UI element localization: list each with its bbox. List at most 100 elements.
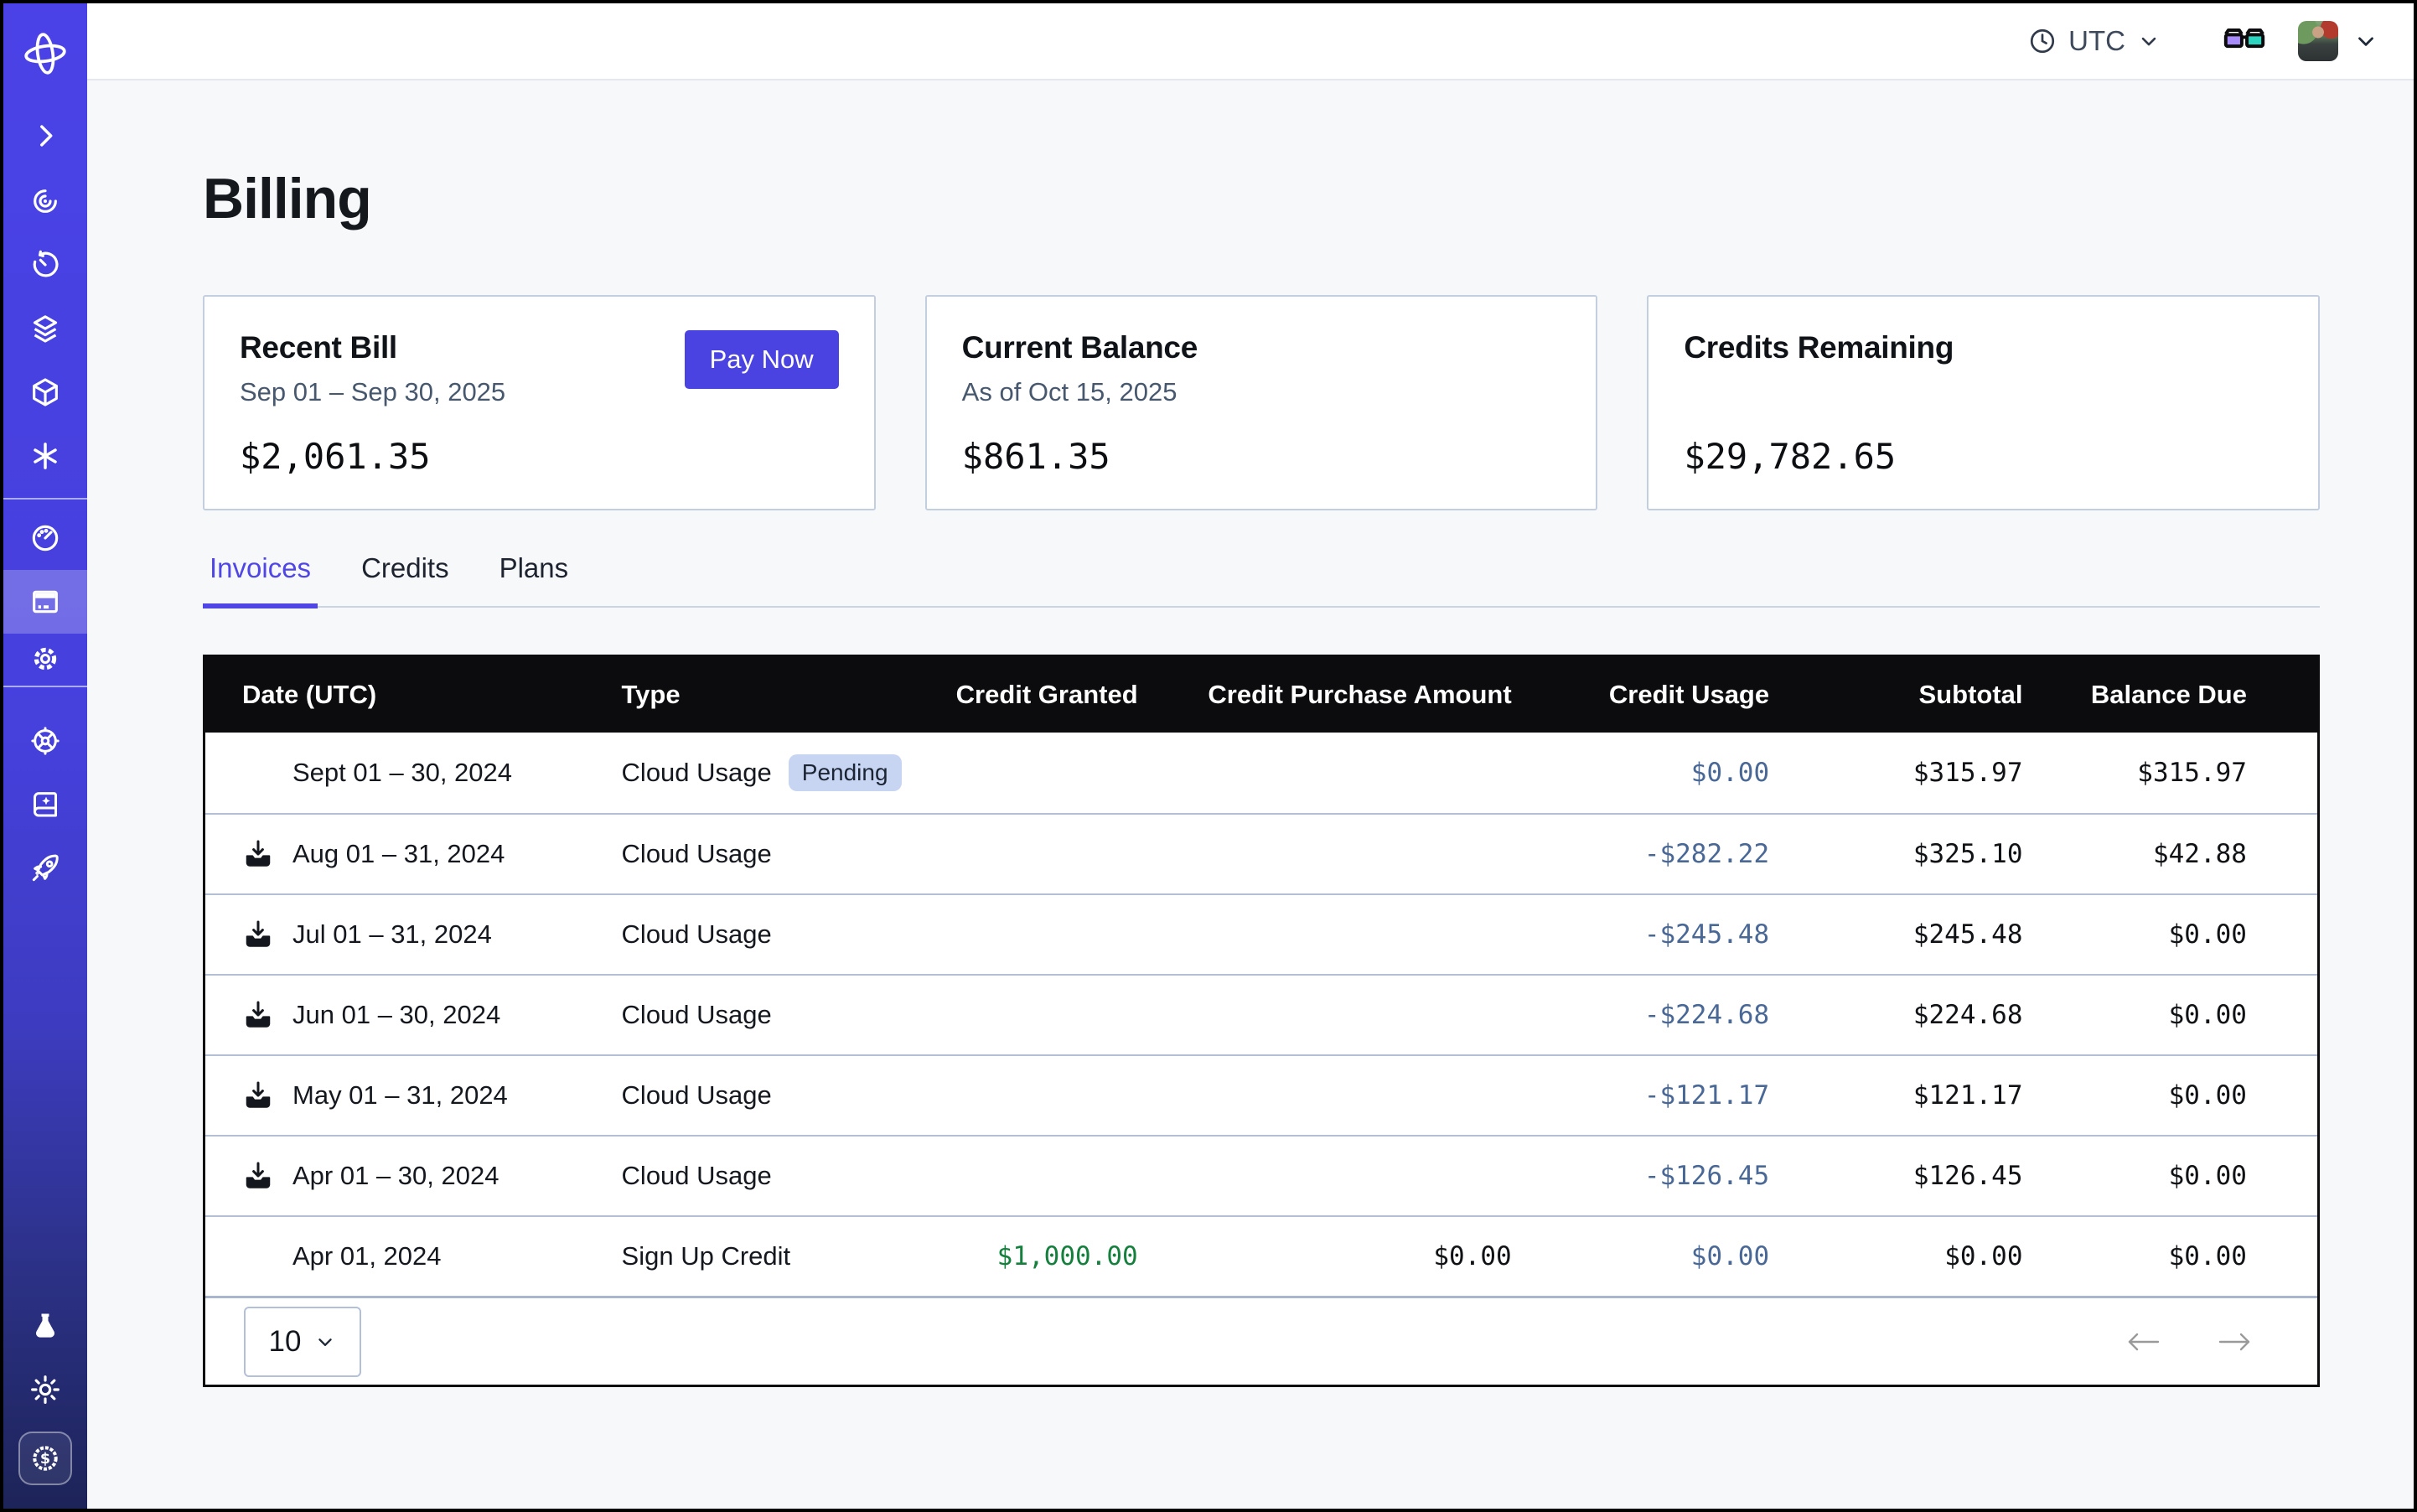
tab-credits[interactable]: Credits [355, 552, 456, 606]
chevron-down-icon [2137, 29, 2161, 53]
balance-due-value: $42.88 [2060, 839, 2317, 869]
page-size-value: 10 [269, 1325, 302, 1359]
timezone-label: UTC [2068, 25, 2125, 57]
balance-due-value: $0.00 [2060, 1161, 2317, 1191]
invoice-type: Cloud Usage [622, 1161, 772, 1191]
card-amount: $861.35 [962, 436, 1561, 477]
subtotal-value: $0.00 [1806, 1241, 2059, 1271]
invoice-date: Aug 01 – 31, 2024 [292, 839, 505, 869]
table-row: May 01 – 31, 2024 Cloud Usage -$121.17$121… [205, 1054, 2317, 1135]
gauge-icon[interactable] [28, 521, 62, 555]
book-sparkle-icon[interactable] [28, 788, 62, 821]
column-header: Credit Purchase Amount [1175, 680, 1549, 710]
column-header: Date (UTC) [205, 680, 582, 710]
credit-usage-value: $0.00 [1549, 1241, 1806, 1271]
cube-icon[interactable] [28, 375, 62, 409]
card-subtitle: As of Oct 15, 2025 [962, 377, 1561, 409]
sidebar: $ [3, 3, 87, 1509]
subtotal-value: $126.45 [1806, 1161, 2059, 1191]
credit-usage-value: -$245.48 [1549, 919, 1806, 950]
timer-icon[interactable] [28, 248, 62, 282]
svg-text:$: $ [40, 1451, 50, 1468]
credit-usage-value: -$121.17 [1549, 1080, 1806, 1111]
invoices-table: Date (UTC)TypeCredit GrantedCredit Purch… [203, 655, 2320, 1387]
asterisk-icon[interactable] [28, 439, 62, 473]
subtotal-value: $325.10 [1806, 839, 2059, 869]
prev-page-button[interactable] [2125, 1328, 2161, 1356]
subtotal-value: $121.17 [1806, 1080, 2059, 1111]
credits-remaining-card: Credits Remaining $29,782.65 [1647, 295, 2320, 510]
table-row: Apr 01, 2024Sign Up Credit$1,000.00$0.00… [205, 1215, 2317, 1296]
invoice-date: Apr 01, 2024 [292, 1241, 442, 1271]
download-invoice-icon[interactable] [242, 1160, 274, 1192]
credit-granted-value: $1,000.00 [945, 1241, 1175, 1271]
card-amount: $29,782.65 [1684, 436, 2283, 477]
dollar-badge-icon: $ [28, 1442, 62, 1475]
billing-page: Billing Recent Bill Sep 01 – Sep 30, 202… [87, 80, 2414, 1387]
next-page-button[interactable] [2217, 1328, 2254, 1356]
gear-icon[interactable] [28, 642, 62, 676]
invoice-date: Jun 01 – 30, 2024 [292, 1000, 500, 1030]
invoice-type: Cloud Usage [622, 1080, 772, 1111]
ship-wheel-icon[interactable] [28, 724, 62, 758]
billing-card-icon [28, 585, 62, 619]
column-header: Subtotal [1806, 680, 2059, 710]
chevron-right-icon[interactable] [28, 119, 62, 153]
chevron-down-icon [314, 1331, 336, 1353]
invoice-type: Sign Up Credit [622, 1241, 791, 1271]
credit-usage-value: -$126.45 [1549, 1161, 1806, 1191]
credit-usage-value: -$282.22 [1549, 839, 1806, 869]
subtotal-value: $245.48 [1806, 919, 2059, 950]
clock-icon [2028, 27, 2057, 55]
main-area: UTC Billing [87, 3, 2414, 1509]
recent-bill-card: Recent Bill Sep 01 – Sep 30, 2025 $2,061… [203, 295, 876, 510]
balance-due-value: $0.00 [2060, 1080, 2317, 1111]
tab-invoices[interactable]: Invoices [203, 552, 318, 606]
balance-due-value: $0.00 [2060, 919, 2317, 950]
app-window: $ UTC [0, 0, 2417, 1512]
glasses-icon[interactable] [2223, 27, 2266, 55]
page-size-select[interactable]: 10 [244, 1307, 361, 1377]
tab-plans[interactable]: Plans [493, 552, 576, 606]
status-badge: Pending [789, 754, 902, 791]
subtotal-value: $315.97 [1806, 758, 2059, 788]
page-title: Billing [203, 166, 2320, 231]
spiral-eye-icon[interactable] [28, 184, 62, 218]
table-header-row: Date (UTC)TypeCredit GrantedCredit Purch… [205, 657, 2317, 733]
table-row: Apr 01 – 30, 2024 Cloud Usage -$126.45$126… [205, 1135, 2317, 1215]
table-row: Sept 01 – 30, 2024Cloud UsagePending$0.0… [205, 733, 2317, 813]
summary-cards: Recent Bill Sep 01 – Sep 30, 2025 $2,061… [203, 295, 2320, 510]
card-title: Credits Remaining [1684, 330, 2283, 365]
timezone-selector[interactable]: UTC [2028, 25, 2161, 57]
layers-icon[interactable] [28, 312, 62, 345]
credit-usage-value: -$224.68 [1549, 1000, 1806, 1030]
invoice-type: Cloud Usage [622, 758, 772, 788]
column-header: Type [582, 680, 945, 710]
sidebar-item-billing[interactable] [3, 570, 87, 634]
credits-dollar-button[interactable]: $ [18, 1432, 72, 1485]
credit-purchase-value: $0.00 [1175, 1241, 1549, 1271]
rocket-icon[interactable] [28, 852, 62, 885]
download-invoice-icon[interactable] [242, 838, 274, 870]
column-header: Balance Due [2060, 680, 2317, 710]
download-invoice-icon[interactable] [242, 919, 274, 950]
card-title: Current Balance [962, 330, 1561, 365]
credit-usage-value: $0.00 [1549, 758, 1806, 788]
card-amount: $2,061.35 [240, 436, 839, 477]
chevron-down-icon[interactable] [2353, 28, 2378, 54]
flask-icon[interactable] [28, 1309, 62, 1343]
invoice-date: May 01 – 31, 2024 [292, 1080, 508, 1111]
pay-now-button[interactable]: Pay Now [685, 330, 839, 389]
column-header: Credit Usage [1549, 680, 1806, 710]
card-subtitle [1684, 377, 2283, 409]
sun-icon[interactable] [28, 1373, 62, 1406]
orbit-logo[interactable] [20, 28, 70, 79]
invoice-type: Cloud Usage [622, 919, 772, 950]
avatar[interactable] [2298, 21, 2338, 61]
pagination: 10 [205, 1296, 2317, 1385]
balance-due-value: $0.00 [2060, 1241, 2317, 1271]
download-invoice-icon[interactable] [242, 999, 274, 1031]
balance-due-value: $315.97 [2060, 758, 2317, 788]
download-invoice-icon[interactable] [242, 1080, 274, 1111]
invoice-date: Apr 01 – 30, 2024 [292, 1161, 499, 1191]
